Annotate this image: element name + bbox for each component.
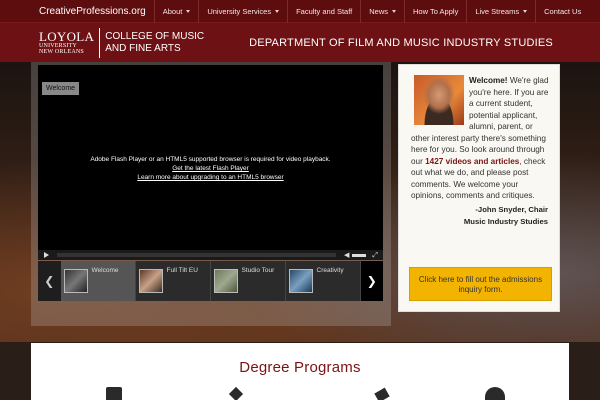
department-title: DEPARTMENT OF FILM AND MUSIC INDUSTRY ST…: [249, 36, 553, 49]
get-flash-link[interactable]: Get the latest Flash Player: [38, 164, 383, 173]
nav-item-label: News: [369, 6, 389, 16]
site-name-link[interactable]: CreativeProfessions.org: [0, 6, 154, 17]
thumbnail-full-tilt-eu[interactable]: Full Tilt EU: [136, 261, 211, 301]
video-title-label: Welcome: [42, 82, 80, 95]
logo-top-text: LOYOLA: [39, 29, 95, 44]
volume-slider[interactable]: [352, 253, 367, 257]
chevron-down-icon: [392, 9, 397, 13]
welcome-card: Welcome! We're glad you're here. If you …: [398, 64, 560, 312]
film-reel-icon[interactable]: [228, 386, 244, 400]
fullscreen-icon[interactable]: ⤢: [372, 251, 378, 260]
degree-programs-section: Degree Programs: [31, 343, 569, 400]
nav-item-label: About: [162, 6, 183, 16]
college-line-1: COLLEGE OF MUSIC: [105, 30, 205, 42]
signature-name: -John Snyder, Chair: [475, 204, 548, 214]
thumbnail-list: Welcome Full Tilt EU Studio Tour Creativ…: [60, 261, 361, 301]
upgrade-html5-link[interactable]: Learn more about upgrading to an HTML5 b…: [38, 173, 383, 182]
video-thumbnail-strip: ❮ Welcome Full Tilt EU Studio Tour Creat…: [38, 261, 383, 301]
thumbnail-image: [213, 269, 238, 293]
degree-programs-title: Degree Programs: [239, 359, 361, 376]
nav-item-live-streams[interactable]: Live Streams: [466, 0, 535, 23]
top-nav: CreativeProfessions.org About University…: [0, 0, 600, 23]
next-arrow-icon[interactable]: ❯: [360, 261, 383, 301]
chair-portrait: [414, 75, 464, 125]
thumbnail-label: Studio Tour: [241, 267, 275, 274]
college-line-2: AND FINE ARTS: [105, 42, 181, 54]
play-icon[interactable]: [44, 252, 49, 258]
video-controls: ◀ ⤢: [38, 250, 383, 260]
welcome-heading: Welcome!: [469, 76, 508, 85]
book-icon[interactable]: [106, 387, 122, 400]
nav-item-label: Faculty and Staff: [296, 6, 353, 16]
signature: -John Snyder, Chair Music Industry Studi…: [411, 204, 550, 228]
thumbnail-label: Welcome: [91, 267, 119, 274]
college-name: COLLEGE OF MUSIC AND FINE ARTS: [105, 31, 204, 55]
nav-item-label: University Services: [207, 6, 272, 16]
thumbnail-welcome[interactable]: Welcome: [60, 261, 136, 301]
logo-wordmark: LOYOLA UNIVERSITY NEW ORLEANS: [39, 30, 94, 55]
nav-item-news[interactable]: News: [360, 0, 404, 23]
chevron-down-icon: [523, 9, 528, 13]
nav-item-faculty-staff[interactable]: Faculty and Staff: [287, 0, 360, 23]
chevron-down-icon: [186, 9, 191, 13]
signature-title: Music Industry Studies: [463, 216, 548, 226]
nav-item-label: Live Streams: [475, 6, 520, 16]
thumbnail-label: Creativity: [316, 267, 344, 274]
nav-item-university-services[interactable]: University Services: [198, 0, 287, 23]
flash-required-message: Adobe Flash Player or an HTML5 supported…: [38, 155, 383, 182]
logo-bottom-text: NEW ORLEANS: [39, 49, 84, 55]
video-panel: Welcome Adobe Flash Player or an HTML5 s…: [31, 62, 391, 326]
thumbnail-label: Full Tilt EU: [166, 267, 198, 274]
logo-divider: [99, 27, 101, 58]
nav-item-label: Contact Us: [544, 6, 582, 16]
headphones-icon[interactable]: [485, 387, 505, 400]
flash-message-text: Adobe Flash Player or an HTML5 supported…: [90, 156, 331, 163]
thumbnail-image: [63, 269, 88, 293]
volume-icon[interactable]: ◀: [344, 251, 349, 259]
chevron-down-icon: [275, 9, 280, 13]
thumbnail-image: [288, 269, 313, 293]
header-banner: LOYOLA UNIVERSITY NEW ORLEANS COLLEGE OF…: [0, 23, 600, 62]
previous-arrow-icon[interactable]: ❮: [38, 261, 61, 301]
nav-item-contact-us[interactable]: Contact Us: [535, 0, 589, 23]
thumbnail-studio-tour[interactable]: Studio Tour: [211, 261, 286, 301]
progress-bar[interactable]: [57, 253, 336, 257]
nav-item-how-to-apply[interactable]: How To Apply: [404, 0, 466, 23]
video-player[interactable]: Welcome Adobe Flash Player or an HTML5 s…: [38, 65, 383, 250]
thumbnail-image: [138, 269, 163, 293]
nav-items: About University Services Faculty and St…: [153, 0, 590, 23]
nav-item-about[interactable]: About: [153, 0, 199, 23]
guitar-icon[interactable]: [374, 387, 390, 400]
content-count-link[interactable]: 1427 videos and articles: [425, 157, 519, 166]
thumbnail-creativity[interactable]: Creativity: [286, 261, 361, 301]
nav-item-label: How To Apply: [413, 6, 459, 16]
university-logo[interactable]: LOYOLA UNIVERSITY NEW ORLEANS COLLEGE OF…: [39, 27, 204, 58]
admissions-inquiry-button[interactable]: Click here to fill out the admissions in…: [409, 267, 552, 301]
